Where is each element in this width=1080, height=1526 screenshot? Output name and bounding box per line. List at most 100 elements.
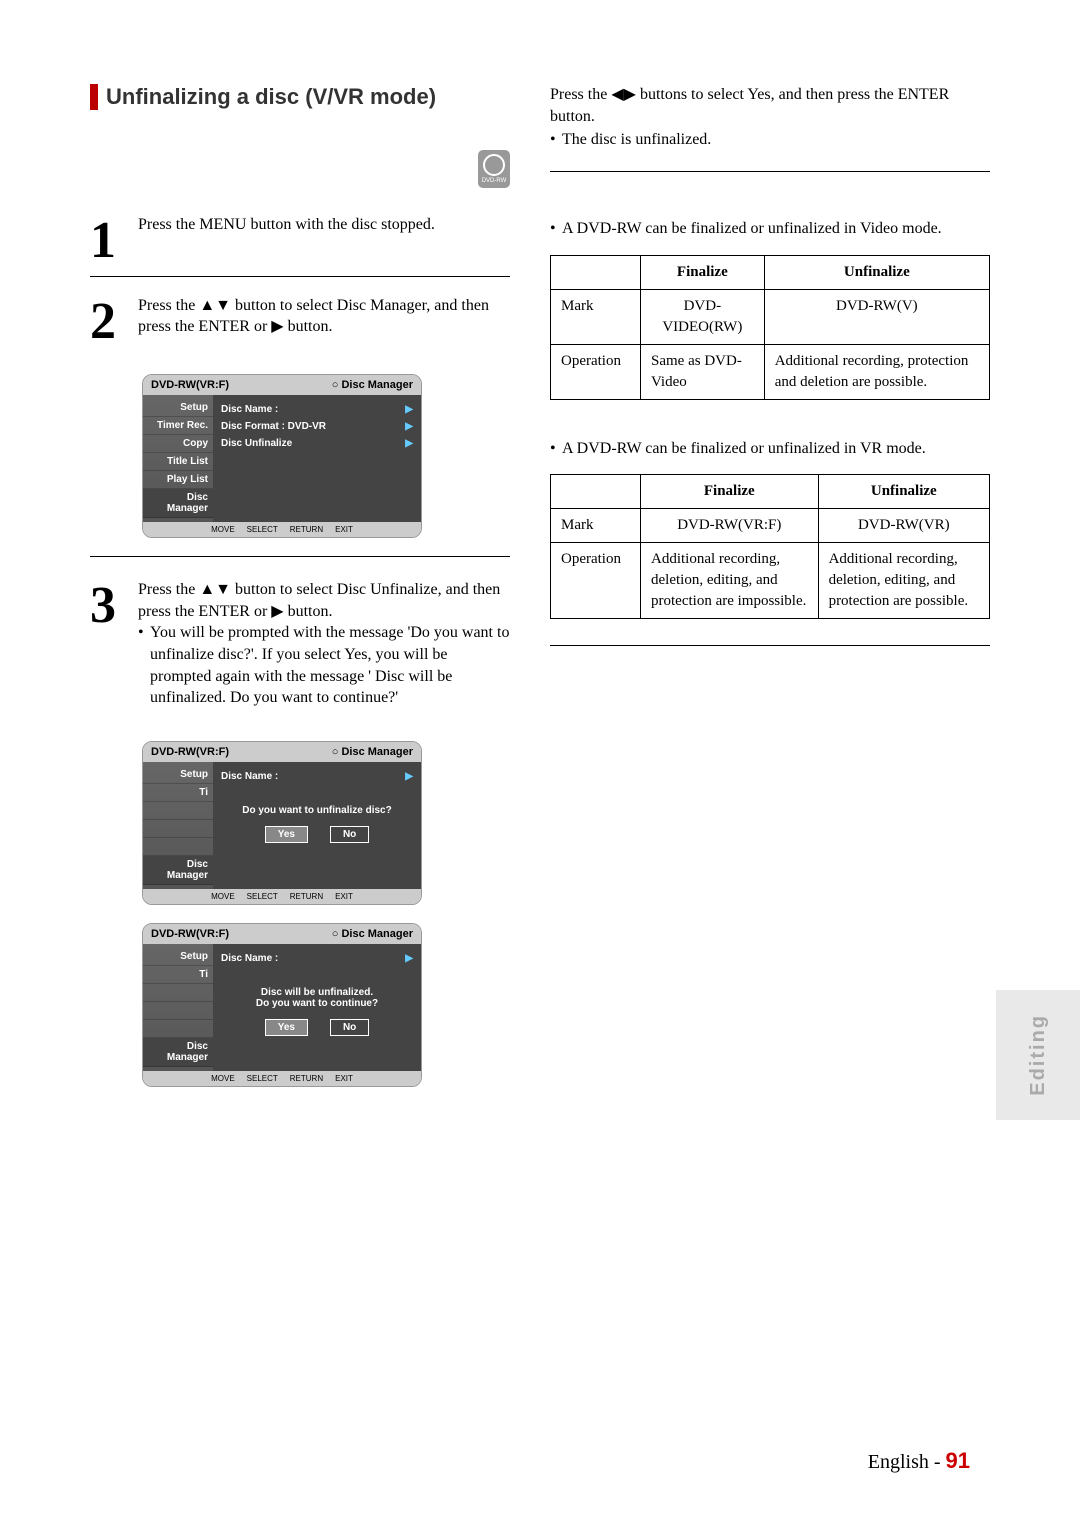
osd-row-disc-name: Disc Name :▶ [221, 768, 413, 785]
table-cell: Operation [551, 542, 641, 618]
footer-lang: English - [868, 1451, 941, 1473]
step-2: 2 Press the ▲▼ button to select Disc Man… [90, 295, 510, 357]
right-bullet: The disc is unfinalized. [550, 129, 990, 151]
hint-exit: EXIT [335, 892, 353, 901]
no-button[interactable]: No [330, 826, 369, 843]
table-head: Finalize [641, 474, 819, 508]
osd-hint-bar: MOVE SELECT RETURN EXIT [143, 1071, 421, 1086]
hint-return: RETURN [290, 1074, 323, 1083]
osd-sidebar-item[interactable] [143, 820, 213, 838]
disc-badge-label: DVD-RW [482, 178, 507, 184]
osd-dialog-text: Do you want to unfinalize disc? [221, 805, 413, 816]
osd-header-left: DVD-RW(VR:F) [151, 379, 229, 391]
osd-confirm-unfinalize: DVD-RW(VR:F) ○ Disc Manager Setup Ti Dis… [142, 741, 422, 905]
osd-sidebar: Setup Timer Rec. Copy Title List Play Li… [143, 395, 213, 522]
step-number: 2 [90, 295, 124, 343]
osd-sidebar-item[interactable]: Play List [143, 471, 213, 489]
table-cell: Operation [551, 344, 641, 399]
table-head [551, 255, 641, 289]
right-note: A DVD-RW can be finalized or unfinalized… [550, 218, 990, 240]
table-head: Unfinalize [764, 255, 989, 289]
step-1: 1 Press the MENU button with the disc st… [90, 214, 510, 277]
osd-header: DVD-RW(VR:F) ○ Disc Manager [143, 924, 421, 944]
osd-sidebar-item-selected[interactable]: Disc Manager [143, 489, 213, 518]
osd-sidebar-item[interactable]: Timer Rec. [143, 417, 213, 435]
step-bullet: You will be prompted with the message 'D… [138, 622, 510, 708]
table-video-mode: Finalize Unfinalize Mark DVD-VIDEO(RW) D… [550, 255, 990, 400]
page-number: 91 [946, 1448, 970, 1473]
right-intro: Press the ◀▶ buttons to select Yes, and … [550, 84, 990, 129]
osd-dialog-text: Disc will be unfinalized. Do you want to… [221, 987, 413, 1009]
divider-icon [550, 171, 990, 172]
osd-row-disc-unfinalize[interactable]: Disc Unfinalize▶ [221, 435, 413, 452]
no-button[interactable]: No [330, 1019, 369, 1036]
table-cell: Additional recording, deletion, editing,… [641, 542, 819, 618]
table-cell: Mark [551, 508, 641, 542]
osd-sidebar: Setup Ti Disc Manager [143, 944, 213, 1071]
hint-return: RETURN [290, 892, 323, 901]
hint-return: RETURN [290, 525, 323, 534]
osd-content: Disc Name :▶ Disc will be unfinalized. D… [213, 944, 421, 1071]
osd-sidebar-item[interactable]: Ti [143, 784, 213, 802]
section-title: Unfinalizing a disc (V/VR mode) [90, 84, 510, 110]
osd-sidebar-item[interactable] [143, 802, 213, 820]
osd-row-disc-format[interactable]: Disc Format : DVD-VR▶ [221, 418, 413, 435]
hint-select: SELECT [247, 892, 278, 901]
hint-select: SELECT [247, 1074, 278, 1083]
section-title-text: Unfinalizing a disc (V/VR mode) [106, 84, 436, 110]
table-head [551, 474, 641, 508]
osd-header: DVD-RW(VR:F) ○ Disc Manager [143, 742, 421, 762]
hint-move: MOVE [211, 892, 235, 901]
osd-confirm-continue: DVD-RW(VR:F) ○ Disc Manager Setup Ti Dis… [142, 923, 422, 1087]
osd-header-right: ○ Disc Manager [332, 379, 413, 391]
osd-sidebar-item[interactable]: Setup [143, 948, 213, 966]
osd-sidebar-item[interactable] [143, 984, 213, 1002]
osd-header-left: DVD-RW(VR:F) [151, 746, 229, 758]
osd-row-disc-name: Disc Name :▶ [221, 950, 413, 967]
step-text: Press the ▲▼ button to select Disc Manag… [138, 295, 510, 343]
right-note: A DVD-RW can be finalized or unfinalized… [550, 438, 990, 460]
divider-icon [550, 645, 990, 646]
table-head: Finalize [641, 255, 765, 289]
osd-hint-bar: MOVE SELECT RETURN EXIT [143, 522, 421, 537]
hint-exit: EXIT [335, 1074, 353, 1083]
table-cell: Additional recording, deletion, editing,… [818, 542, 989, 618]
table-cell: DVD-RW(VR) [818, 508, 989, 542]
step-text: Press the MENU button with the disc stop… [138, 214, 510, 262]
table-vr-mode: Finalize Unfinalize Mark DVD-RW(VR:F) DV… [550, 474, 990, 619]
chapter-tab-label: Editing [1027, 1014, 1050, 1096]
osd-hint-bar: MOVE SELECT RETURN EXIT [143, 889, 421, 904]
table-cell: Same as DVD-Video [641, 344, 765, 399]
chapter-tab: Editing [996, 990, 1080, 1120]
osd-sidebar-item[interactable] [143, 838, 213, 856]
osd-sidebar-item[interactable]: Setup [143, 766, 213, 784]
osd-header-right: ○ Disc Manager [332, 746, 413, 758]
osd-sidebar-item[interactable]: Setup [143, 399, 213, 417]
osd-sidebar-item[interactable] [143, 1020, 213, 1038]
osd-sidebar-item-selected[interactable]: Disc Manager [143, 1038, 213, 1067]
osd-sidebar-item[interactable] [143, 1002, 213, 1020]
step-3: 3 Press the ▲▼ button to select Disc Unf… [90, 579, 510, 723]
hint-exit: EXIT [335, 525, 353, 534]
table-cell: DVD-RW(V) [764, 289, 989, 344]
hint-select: SELECT [247, 525, 278, 534]
yes-button[interactable]: Yes [265, 826, 308, 843]
osd-header-right: ○ Disc Manager [332, 928, 413, 940]
osd-sidebar-item[interactable]: Ti [143, 966, 213, 984]
table-cell: DVD-VIDEO(RW) [641, 289, 765, 344]
osd-sidebar-item[interactable]: Copy [143, 435, 213, 453]
osd-disc-manager: DVD-RW(VR:F) ○ Disc Manager Setup Timer … [142, 374, 422, 538]
yes-button[interactable]: Yes [265, 1019, 308, 1036]
osd-sidebar-item[interactable]: Title List [143, 453, 213, 471]
step-text: Press the ▲▼ button to select Disc Unfin… [138, 579, 510, 622]
page-footer: English - 91 [868, 1448, 970, 1474]
table-cell: Mark [551, 289, 641, 344]
table-cell: DVD-RW(VR:F) [641, 508, 819, 542]
osd-header-left: DVD-RW(VR:F) [151, 928, 229, 940]
table-cell: Additional recording, protection and del… [764, 344, 989, 399]
osd-sidebar: Setup Ti Disc Manager [143, 762, 213, 889]
osd-row-disc-name[interactable]: Disc Name :▶ [221, 401, 413, 418]
hint-move: MOVE [211, 525, 235, 534]
osd-sidebar-item-selected[interactable]: Disc Manager [143, 856, 213, 885]
hint-move: MOVE [211, 1074, 235, 1083]
